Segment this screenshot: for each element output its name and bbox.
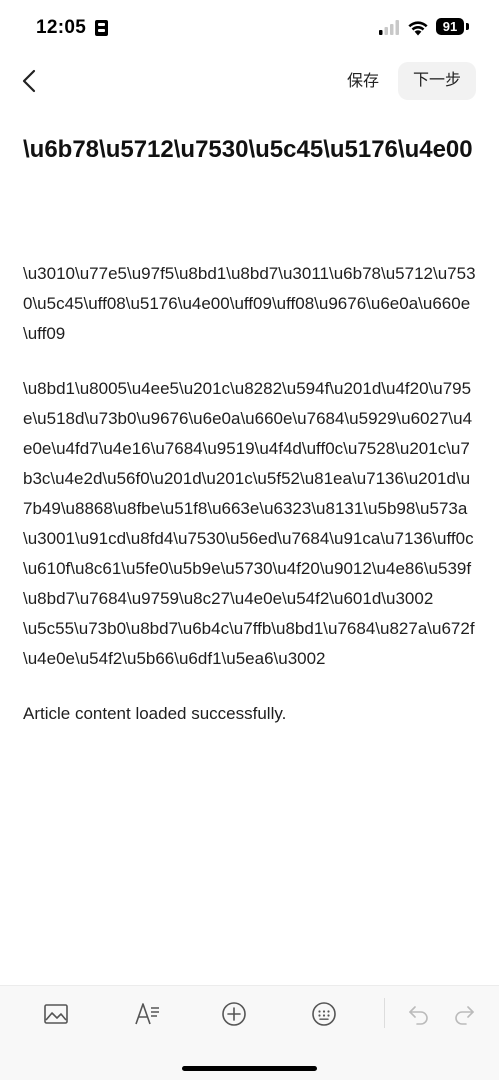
article-title[interactable]: \u6b78\u5712\u7530\u5c45\u5176\u4e00	[23, 134, 478, 165]
cellular-signal-icon	[379, 20, 399, 35]
battery-level: 91	[436, 18, 464, 35]
back-button[interactable]	[18, 64, 48, 98]
text-format-button[interactable]	[133, 1000, 161, 1028]
battery-tip	[466, 23, 469, 30]
paragraph: \u5c55\u73b0\u8bd7\u6b4c\u7ffb\u8bd1\u76…	[23, 619, 475, 668]
chevron-left-icon	[22, 69, 36, 93]
toolbar-divider	[384, 998, 385, 1028]
article-editor-screen: 12:05 91 保存 下一步 \u6b78\u5712\u7530\u5c45…	[0, 0, 499, 1080]
article-body[interactable]: \u3010\u77e5\u97f5\u8bd1\u8bd7\u3011\u6b…	[23, 259, 478, 746]
undo-icon	[409, 1006, 428, 1025]
wifi-icon	[408, 21, 428, 36]
id-card-icon	[95, 20, 108, 36]
status-time: 12:05	[36, 17, 87, 38]
add-content-button[interactable]	[220, 1000, 248, 1028]
keyboard-button[interactable]	[310, 1000, 338, 1028]
image-icon	[44, 1004, 68, 1024]
keyboard-icon	[312, 1002, 336, 1026]
home-indicator	[182, 1066, 317, 1071]
insert-image-button[interactable]	[42, 1000, 70, 1028]
text-format-icon	[135, 1003, 159, 1025]
redo-icon	[455, 1006, 474, 1025]
undo-button[interactable]	[405, 1000, 433, 1028]
next-step-button[interactable]: 下一步	[398, 62, 476, 100]
paragraph: \u3010\u77e5\u97f5\u8bd1\u8bd7\u3011\u6b…	[23, 264, 476, 343]
paragraph: \u8bd1\u8005\u4ee5\u201c\u8282\u594f\u20…	[23, 379, 474, 608]
add-circle-icon	[222, 1002, 246, 1026]
save-button[interactable]: 保存	[340, 68, 386, 96]
status-message: Article content loaded successfully.	[23, 704, 287, 723]
status-bar: 12:05 91	[0, 0, 499, 56]
redo-button[interactable]	[450, 1000, 478, 1028]
